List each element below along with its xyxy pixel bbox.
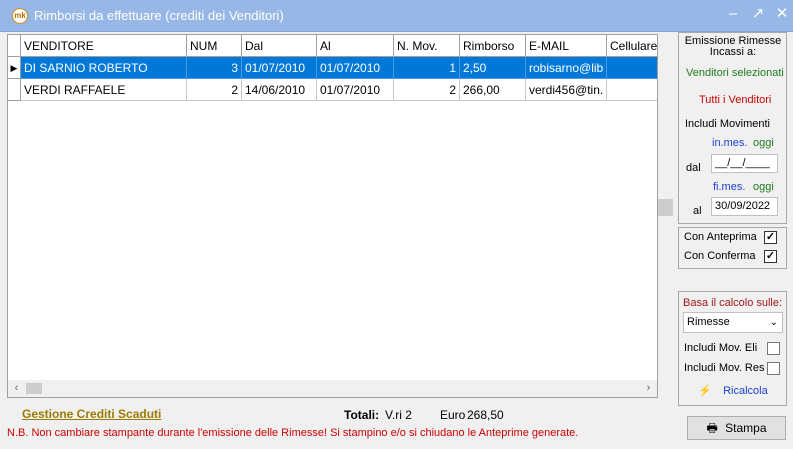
window-title: Rimborsi da effettuare (crediti dei Vend…: [34, 8, 284, 23]
cell-venditore[interactable]: VERDI RAFFAELE: [21, 79, 187, 101]
ricalcola-label: Ricalcola: [723, 385, 768, 397]
includi-mov-eli-label: Includi Mov. Eli: [684, 342, 758, 354]
cell-cellulare[interactable]: [607, 79, 657, 101]
column-header-num[interactable]: NUM: [187, 35, 242, 57]
minimize-button[interactable]: –: [723, 4, 743, 24]
tutti-venditori-option[interactable]: Tutti i Venditori: [699, 94, 771, 106]
row-indicator-icon: ▶: [8, 57, 21, 79]
nb-warning-text: N.B. Non cambiare stampante durante l'em…: [7, 427, 579, 439]
chevron-down-icon: ⌄: [769, 317, 778, 328]
dal-date-input[interactable]: __/__/____: [711, 154, 778, 173]
includi-movimenti-label: Includi Movimenti: [685, 118, 770, 130]
basa-calcolo-label: Basa il calcolo sulle:: [683, 297, 783, 309]
al-label: al: [693, 205, 702, 217]
column-header-al[interactable]: Al: [317, 35, 394, 57]
column-header-n-mov[interactable]: N. Mov.: [394, 35, 460, 57]
close-button[interactable]: ✕: [772, 4, 792, 24]
totali-label: Totali:: [344, 408, 380, 422]
cell-n-mov[interactable]: 1: [394, 57, 460, 79]
includi-mov-res-label: Includi Mov. Res: [684, 362, 765, 374]
cell-dal[interactable]: 01/07/2010: [242, 57, 317, 79]
fine-mese-link[interactable]: fi.mes.: [713, 181, 745, 193]
scroll-right-icon[interactable]: ›: [640, 380, 657, 397]
euro-total-value: 268,50: [467, 408, 504, 422]
app-logo-icon: mk: [12, 8, 28, 24]
cell-n-mov[interactable]: 2: [394, 79, 460, 101]
calcolo-select-value: Rimesse: [687, 316, 730, 328]
con-conferma-checkbox[interactable]: ✓: [764, 250, 777, 263]
cell-rimborso[interactable]: 2,50: [460, 57, 526, 79]
column-header-venditore[interactable]: VENDITORE: [21, 35, 187, 57]
cell-email[interactable]: robisarno@lib: [526, 57, 607, 79]
column-header-cellulare[interactable]: Cellulare: [607, 35, 657, 57]
cell-venditore[interactable]: DI SARNIO ROBERTO: [21, 57, 187, 79]
cell-al[interactable]: 01/07/2010: [317, 79, 394, 101]
cell-email[interactable]: verdi456@tin.: [526, 79, 607, 101]
opzioni-stampa-panel: Con Anteprima ✓ Con Conferma ✓: [678, 227, 787, 269]
ricalcola-button[interactable]: ⚡ Ricalcola: [683, 381, 783, 403]
vertical-scrollbar-thumb[interactable]: [658, 199, 673, 216]
al-date-input[interactable]: 30/09/2022: [711, 197, 778, 216]
stampa-button[interactable]: 🖶 Stampa: [687, 416, 786, 440]
emissione-panel: Emissione Rimesse Incassi a: Venditori s…: [678, 32, 787, 224]
con-anteprima-label: Con Anteprima: [684, 231, 757, 243]
inizio-mese-link[interactable]: in.mes.: [712, 137, 747, 149]
row-header[interactable]: [8, 79, 21, 101]
calcolo-select[interactable]: Rimesse ⌄: [683, 312, 783, 333]
column-header-email[interactable]: E-MAIL: [526, 35, 607, 57]
oggi-dal-link[interactable]: oggi: [753, 137, 774, 149]
lightning-icon: ⚡: [698, 385, 712, 397]
printer-icon: 🖶: [706, 421, 718, 435]
title-bar: mk Rimborsi da effettuare (crediti dei V…: [0, 0, 793, 32]
horizontal-scrollbar[interactable]: ‹ ›: [8, 380, 657, 397]
euro-label: Euro: [440, 408, 466, 422]
calcolo-panel: Basa il calcolo sulle: Rimesse ⌄ Includi…: [678, 291, 787, 406]
scroll-left-icon[interactable]: ‹: [8, 380, 25, 397]
column-header-dal[interactable]: Dal: [242, 35, 317, 57]
rimborsi-grid[interactable]: VENDITORE NUM Dal Al N. Mov. Rimborso E-…: [7, 34, 658, 398]
gestione-crediti-scaduti-link[interactable]: Gestione Crediti Scaduti: [22, 407, 161, 421]
stampa-label: Stampa: [725, 421, 767, 435]
scrollbar-thumb[interactable]: [26, 383, 42, 394]
maximize-button[interactable]: ↗: [748, 4, 768, 24]
cell-num[interactable]: 3: [187, 57, 242, 79]
includi-mov-res-checkbox[interactable]: [767, 362, 780, 375]
emissione-header: Emissione Rimesse Incassi a:: [684, 35, 782, 58]
venditori-selezionati-option[interactable]: Venditori selezionati: [686, 67, 784, 79]
includi-mov-eli-checkbox[interactable]: [767, 342, 780, 355]
grid-corner: [8, 35, 21, 57]
cell-cellulare[interactable]: [607, 57, 657, 79]
cell-num[interactable]: 2: [187, 79, 242, 101]
column-header-rimborso[interactable]: Rimborso: [460, 35, 526, 57]
dal-label: dal: [686, 162, 701, 174]
cell-dal[interactable]: 14/06/2010: [242, 79, 317, 101]
con-conferma-label: Con Conferma: [684, 250, 756, 262]
cell-al[interactable]: 01/07/2010: [317, 57, 394, 79]
con-anteprima-checkbox[interactable]: ✓: [764, 231, 777, 244]
cell-rimborso[interactable]: 266,00: [460, 79, 526, 101]
oggi-al-link[interactable]: oggi: [753, 181, 774, 193]
totali-count: V.ri 2: [385, 408, 412, 422]
